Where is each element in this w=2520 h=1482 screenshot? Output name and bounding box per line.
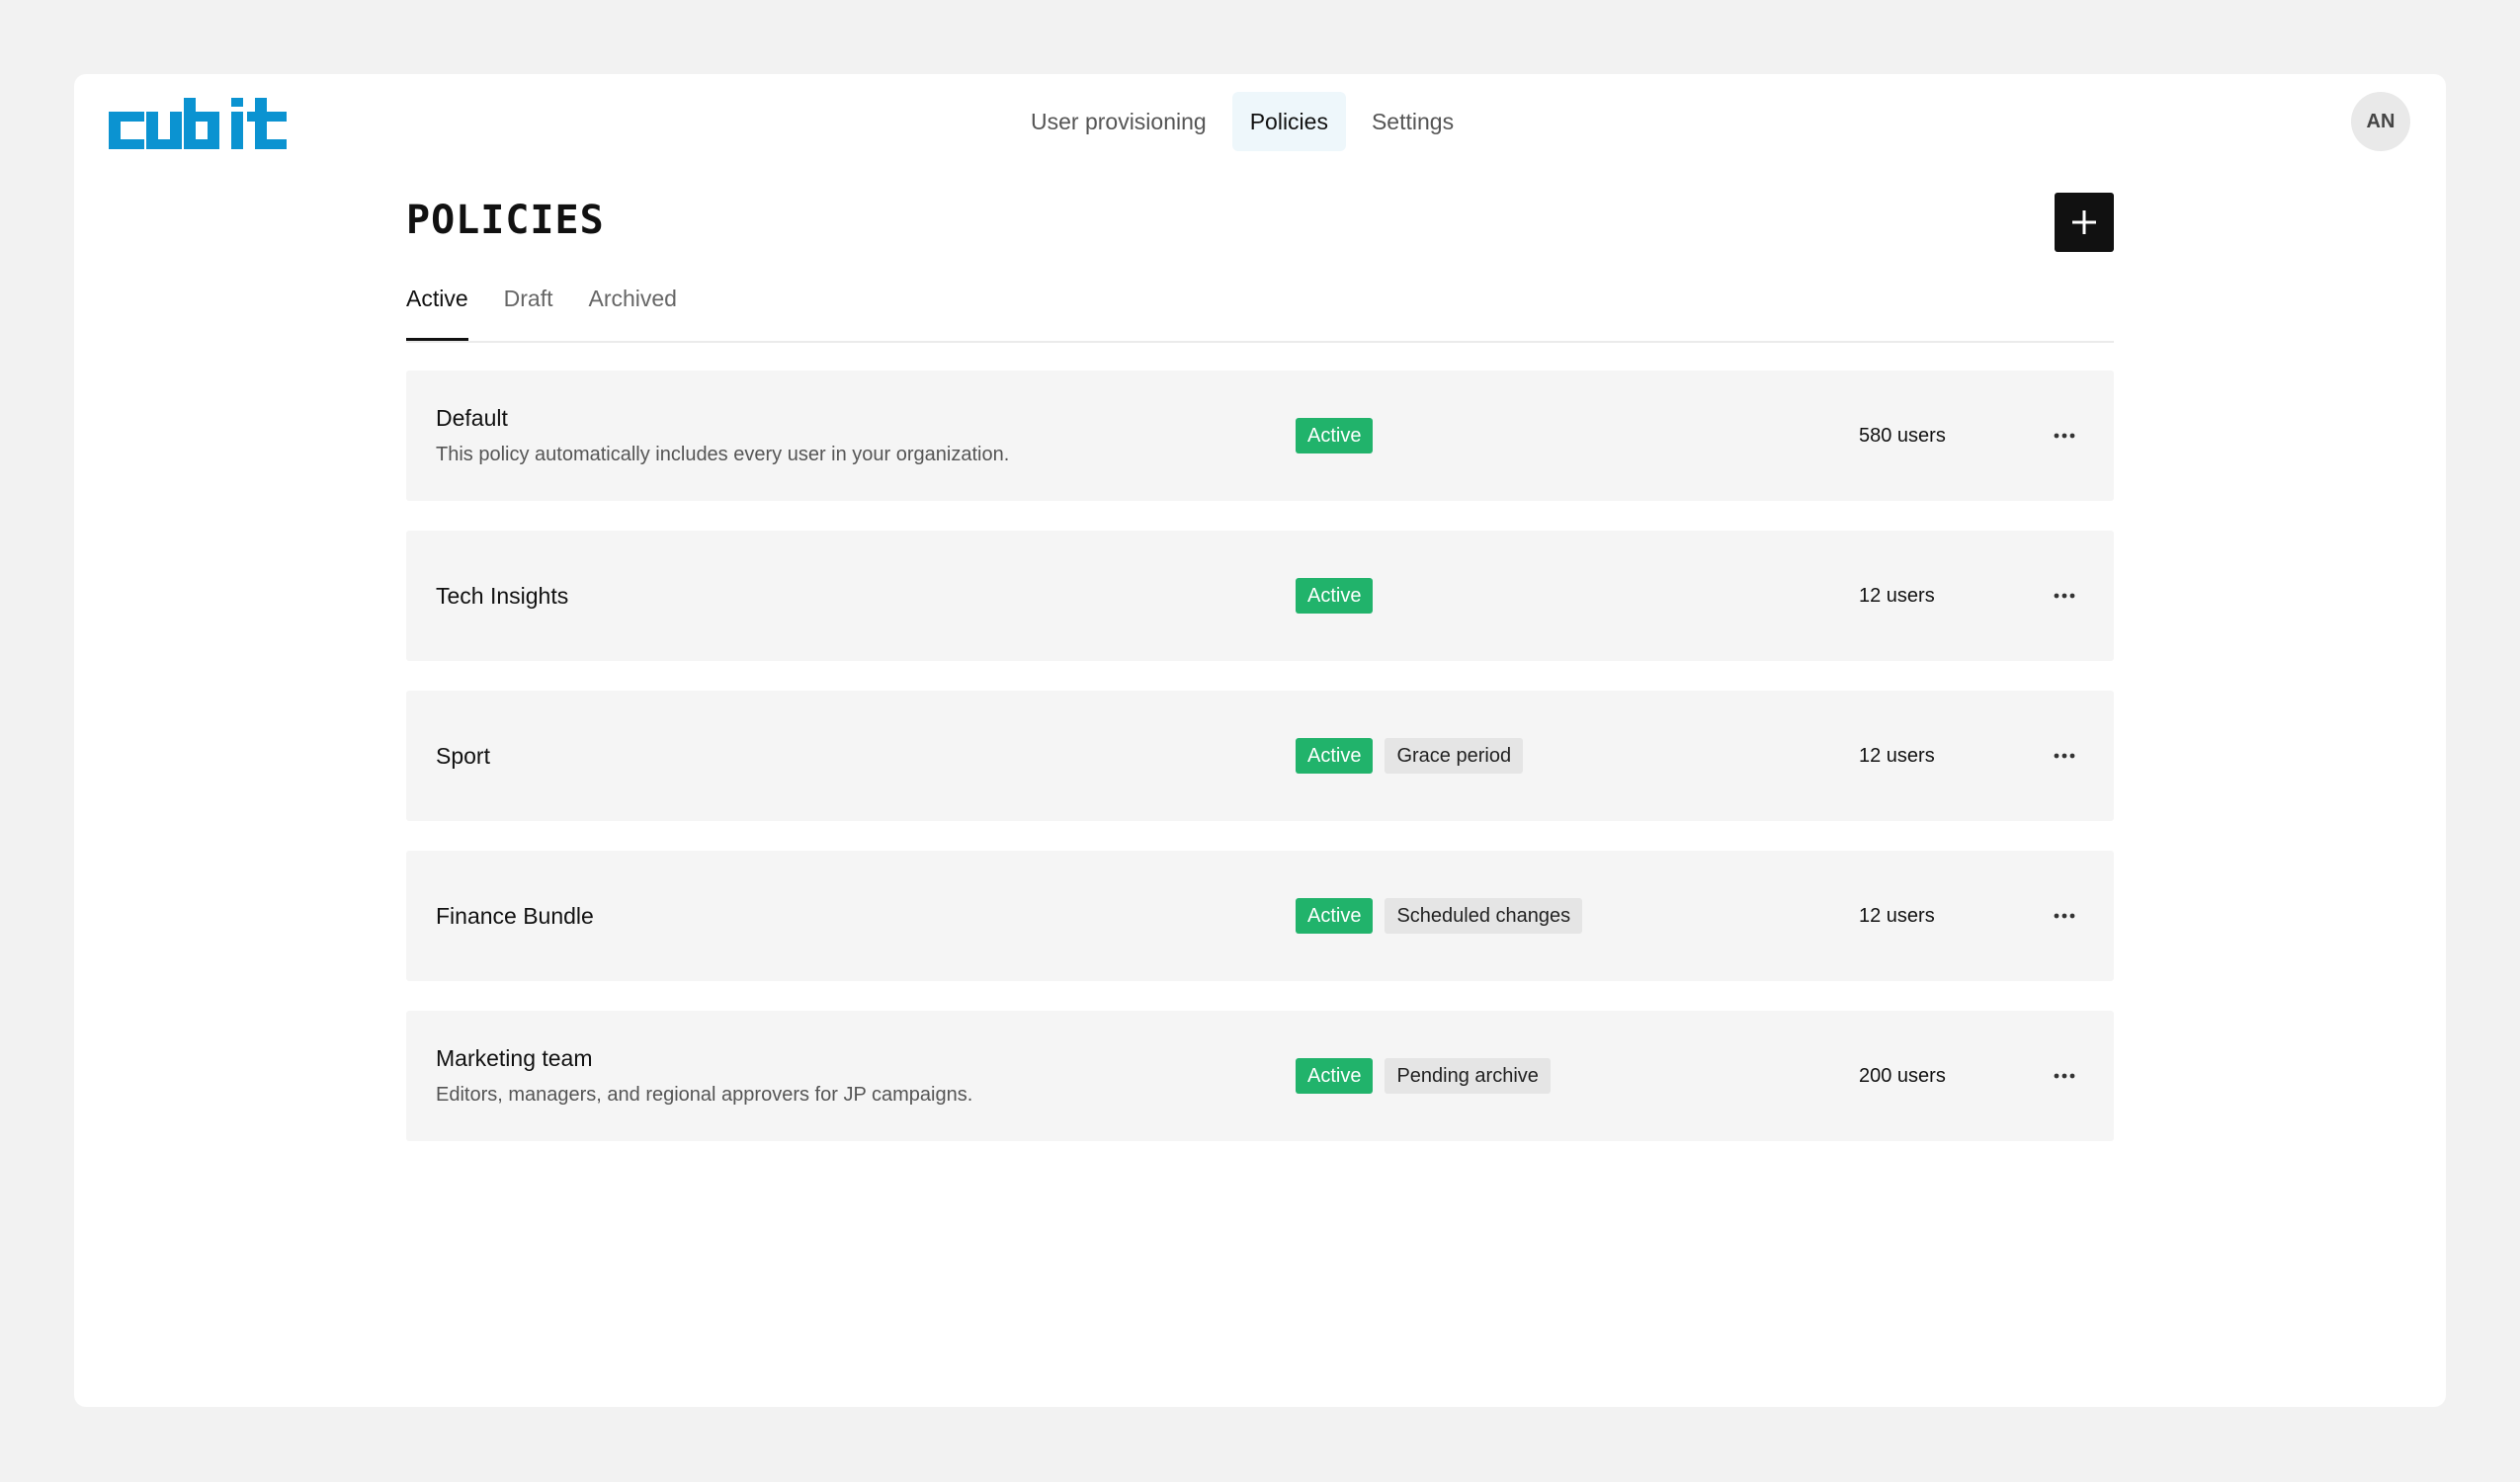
nav-settings[interactable]: Settings	[1354, 92, 1471, 151]
more-options-button[interactable]	[2047, 578, 2082, 614]
status-badges: Active Scheduled changes	[1296, 851, 1583, 981]
ellipsis-icon	[2054, 913, 2075, 919]
policy-name: Sport	[436, 742, 490, 769]
policy-name: Tech Insights	[436, 582, 569, 609]
user-count: 200 users	[1859, 1065, 1946, 1087]
user-count: 12 users	[1859, 585, 1935, 607]
ellipsis-icon	[2054, 593, 2075, 599]
tab-active[interactable]: Active	[406, 282, 468, 341]
user-avatar[interactable]: AN	[2351, 92, 2410, 151]
ellipsis-icon	[2054, 433, 2075, 439]
page-title: POLICIES	[406, 198, 605, 243]
ellipsis-icon	[2054, 1073, 2075, 1079]
top-nav: User provisioning Policies Settings	[1013, 92, 1471, 151]
policy-tabs: Active Draft Archived	[406, 282, 2114, 343]
more-options-button[interactable]	[2047, 418, 2082, 453]
policy-description: Editors, managers, and regional approver…	[436, 1084, 973, 1106]
user-count: 580 users	[1859, 425, 1946, 447]
user-count: 12 users	[1859, 905, 1935, 927]
policy-list: Default This policy automatically includ…	[406, 370, 2114, 1171]
status-badge: Active	[1296, 418, 1374, 453]
status-badge: Active	[1296, 578, 1374, 614]
policy-row-sport[interactable]: Sport Active Grace period 12 users	[406, 691, 2114, 821]
status-badges: Active	[1296, 370, 1374, 501]
nav-policies[interactable]: Policies	[1231, 92, 1346, 151]
tab-draft[interactable]: Draft	[504, 282, 553, 339]
nav-user-provisioning[interactable]: User provisioning	[1013, 92, 1224, 151]
status-badge: Active	[1296, 1058, 1374, 1094]
status-badges: Active Pending archive	[1296, 1011, 1551, 1141]
policy-description: This policy automatically includes every…	[436, 444, 1010, 465]
status-badge: Active	[1296, 898, 1374, 934]
policy-name: Marketing team	[436, 1045, 593, 1071]
user-count: 12 users	[1859, 745, 1935, 767]
more-options-button[interactable]	[2047, 1058, 2082, 1094]
cubit-logo[interactable]: cubit	[109, 98, 287, 149]
more-options-button[interactable]	[2047, 898, 2082, 934]
plus-icon	[2072, 210, 2096, 234]
policy-name: Finance Bundle	[436, 902, 594, 929]
tab-archived[interactable]: Archived	[588, 282, 676, 339]
policy-row-default[interactable]: Default This policy automatically includ…	[406, 370, 2114, 501]
ellipsis-icon	[2054, 753, 2075, 759]
status-badges: Active Grace period	[1296, 691, 1524, 821]
status-badge: Active	[1296, 738, 1374, 774]
policy-row-finance-bundle[interactable]: Finance Bundle Active Scheduled changes …	[406, 851, 2114, 981]
policy-row-tech-insights[interactable]: Tech Insights Active 12 users	[406, 531, 2114, 661]
add-policy-button[interactable]	[2055, 193, 2114, 252]
extra-badge: Pending archive	[1385, 1058, 1551, 1094]
policy-name: Default	[436, 405, 508, 431]
policy-row-marketing-team[interactable]: Marketing team Editors, managers, and re…	[406, 1011, 2114, 1141]
more-options-button[interactable]	[2047, 738, 2082, 774]
status-badges: Active	[1296, 531, 1374, 661]
extra-badge: Scheduled changes	[1385, 898, 1583, 934]
extra-badge: Grace period	[1385, 738, 1524, 774]
app-window: cubit User provisioning Policies	[74, 74, 2446, 1407]
